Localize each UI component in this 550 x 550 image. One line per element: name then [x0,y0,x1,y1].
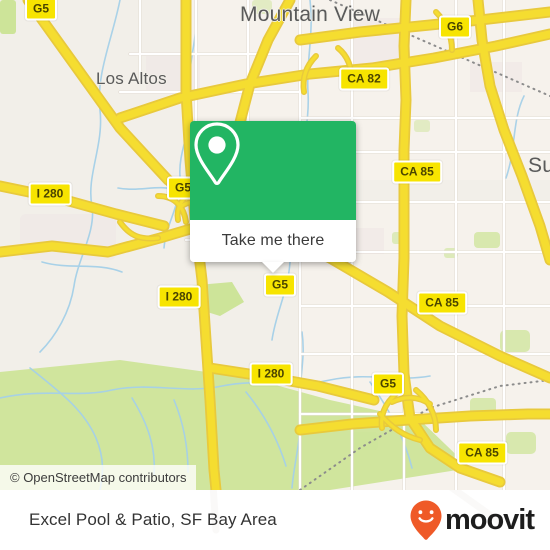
road-shield: CA 82 [339,67,389,91]
location-popup-card[interactable]: Take me there [190,121,356,273]
road-shield: G6 [438,15,472,39]
moovit-map-page: .rd-mj{stroke:#f5dd30;fill:none;stroke-l… [0,0,550,550]
map-pin-icon [194,122,240,185]
road-shield: CA 85 [417,291,467,315]
moovit-wordmark: moovit [444,503,535,536]
popup-pointer-tail [262,262,284,273]
popup-cta-area[interactable]: Take me there [190,220,356,273]
road-shield: I 280 [157,285,201,309]
road-shield: G5 [371,372,405,396]
moovit-logo[interactable]: moovit [409,499,535,541]
road-shield: G5 [24,0,58,21]
map-place-label: Su [528,154,550,177]
map-place-label: Los Altos [96,69,167,88]
footer-bar: Excel Pool & Patio, SF Bay Area moovit [0,490,550,550]
map-place-label: Mountain View [240,3,380,26]
road-shield: CA 85 [457,441,507,465]
popup-image-area [190,121,356,220]
take-me-there-label: Take me there [221,232,325,249]
map-canvas[interactable]: .rd-mj{stroke:#f5dd30;fill:none;stroke-l… [0,0,550,490]
road-shield: I 280 [28,182,72,206]
page-title: Excel Pool & Patio, SF Bay Area [29,510,277,529]
road-shield: CA 85 [392,160,442,184]
road-shield: I 280 [249,362,293,386]
moovit-smiley-pin-icon [410,500,442,540]
osm-attribution[interactable]: © OpenStreetMap contributors [0,465,196,490]
road-shield: G5 [263,273,297,297]
